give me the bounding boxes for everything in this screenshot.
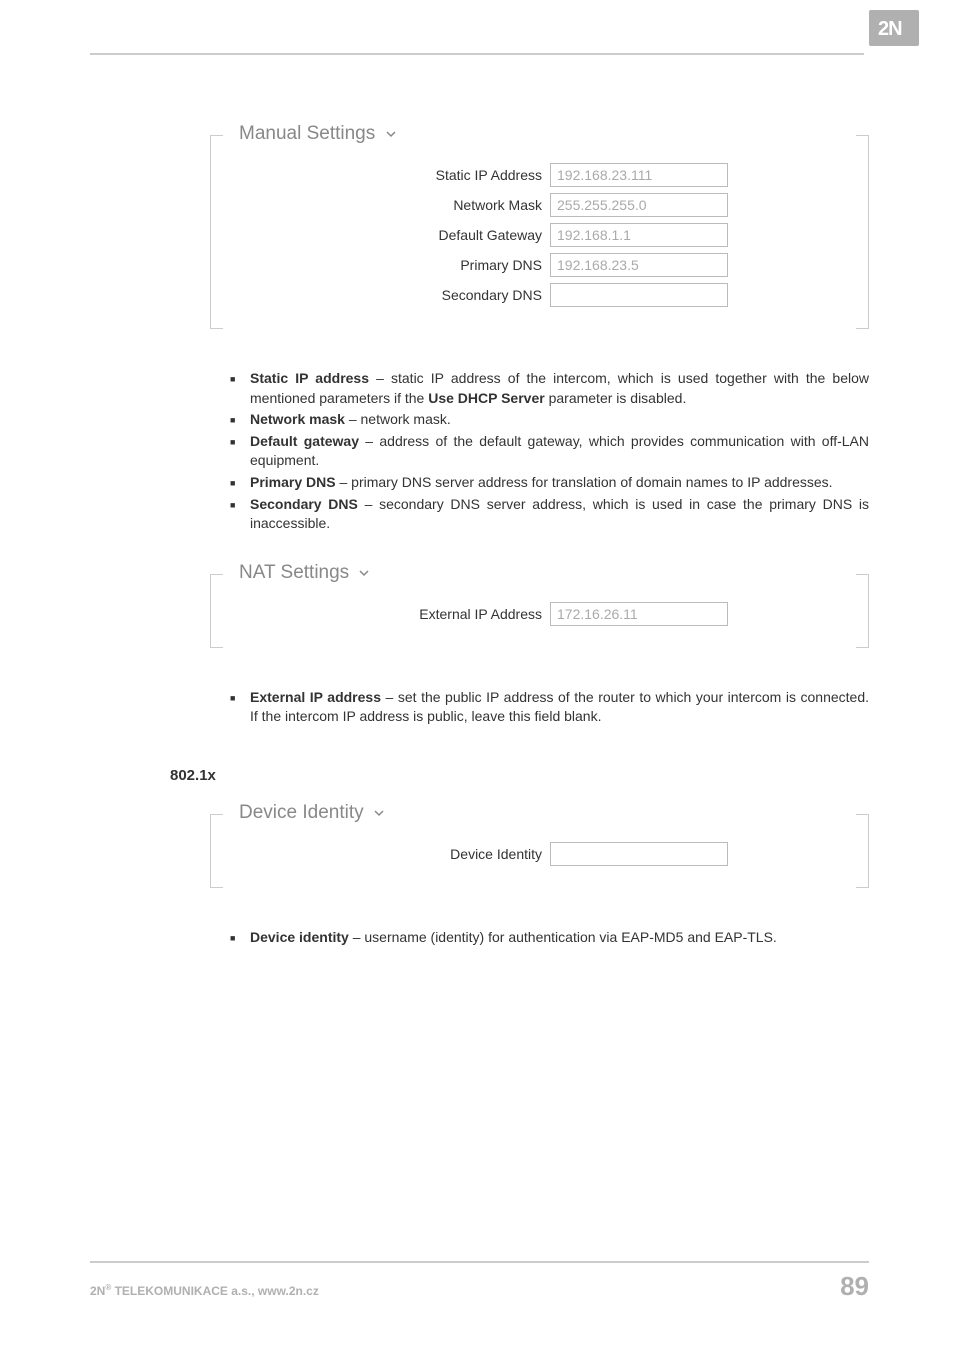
device-identity-title-text: Device Identity [239, 802, 364, 823]
gateway-row: Default Gateway [211, 223, 728, 247]
device-identity-input[interactable] [550, 842, 728, 866]
primary-dns-input[interactable] [550, 253, 728, 277]
manual-settings-panel: Manual Settings Static IP Address Networ… [210, 135, 869, 329]
desc-static-ip: Static IP address – static IP address of… [230, 369, 869, 408]
desc-primary-dns: Primary DNS – primary DNS server address… [230, 473, 869, 493]
device-identity-description-list: Device identity – username (identity) fo… [170, 928, 869, 948]
secondary-dns-input[interactable] [550, 283, 728, 307]
desc-device-identity: Device identity – username (identity) fo… [230, 928, 869, 948]
page-footer: 2N® TELEKOMUNIKACE a.s., www.2n.cz 89 [90, 1261, 869, 1302]
svg-text:2N: 2N [878, 18, 902, 40]
nat-settings-title[interactable]: NAT Settings [231, 562, 378, 584]
static-ip-input[interactable] [550, 163, 728, 187]
static-ip-row: Static IP Address [211, 163, 728, 187]
gateway-input[interactable] [550, 223, 728, 247]
desc-netmask: Network mask – network mask. [230, 410, 869, 430]
page-content: Manual Settings Static IP Address Networ… [170, 55, 869, 948]
section-8021x-heading: 802.1x [170, 767, 869, 784]
manual-settings-title[interactable]: Manual Settings [231, 123, 405, 145]
brand-logo: 2N [869, 10, 919, 46]
gateway-label: Default Gateway [439, 227, 551, 243]
desc-secondary-dns: Secondary DNS – secondary DNS server add… [230, 495, 869, 534]
footer-page-number: 89 [840, 1271, 869, 1302]
chevron-down-icon [358, 567, 370, 579]
external-ip-label: External IP Address [419, 606, 550, 622]
chevron-down-icon [373, 807, 385, 819]
static-ip-label: Static IP Address [436, 167, 550, 183]
desc-external-ip: External IP address – set the public IP … [230, 688, 869, 727]
device-identity-label: Device Identity [450, 846, 550, 862]
desc-gateway: Default gateway – address of the default… [230, 432, 869, 471]
secondary-dns-row: Secondary DNS [211, 283, 728, 307]
nat-settings-description-list: External IP address – set the public IP … [170, 688, 869, 727]
secondary-dns-label: Secondary DNS [442, 287, 550, 303]
header-bar: 2N [90, 0, 864, 55]
device-identity-panel: Device Identity Device Identity [210, 814, 869, 888]
manual-settings-description-list: Static IP address – static IP address of… [170, 369, 869, 534]
device-identity-row: Device Identity [211, 842, 728, 866]
footer-company: 2N® TELEKOMUNIKACE a.s., www.2n.cz [90, 1283, 319, 1298]
external-ip-input[interactable] [550, 602, 728, 626]
netmask-label: Network Mask [453, 197, 550, 213]
device-identity-title[interactable]: Device Identity [231, 802, 393, 824]
primary-dns-label: Primary DNS [460, 257, 550, 273]
external-ip-row: External IP Address [211, 602, 728, 626]
chevron-down-icon [385, 128, 397, 140]
netmask-row: Network Mask [211, 193, 728, 217]
nat-settings-title-text: NAT Settings [239, 562, 349, 583]
manual-settings-title-text: Manual Settings [239, 123, 375, 144]
primary-dns-row: Primary DNS [211, 253, 728, 277]
netmask-input[interactable] [550, 193, 728, 217]
nat-settings-panel: NAT Settings External IP Address [210, 574, 869, 648]
